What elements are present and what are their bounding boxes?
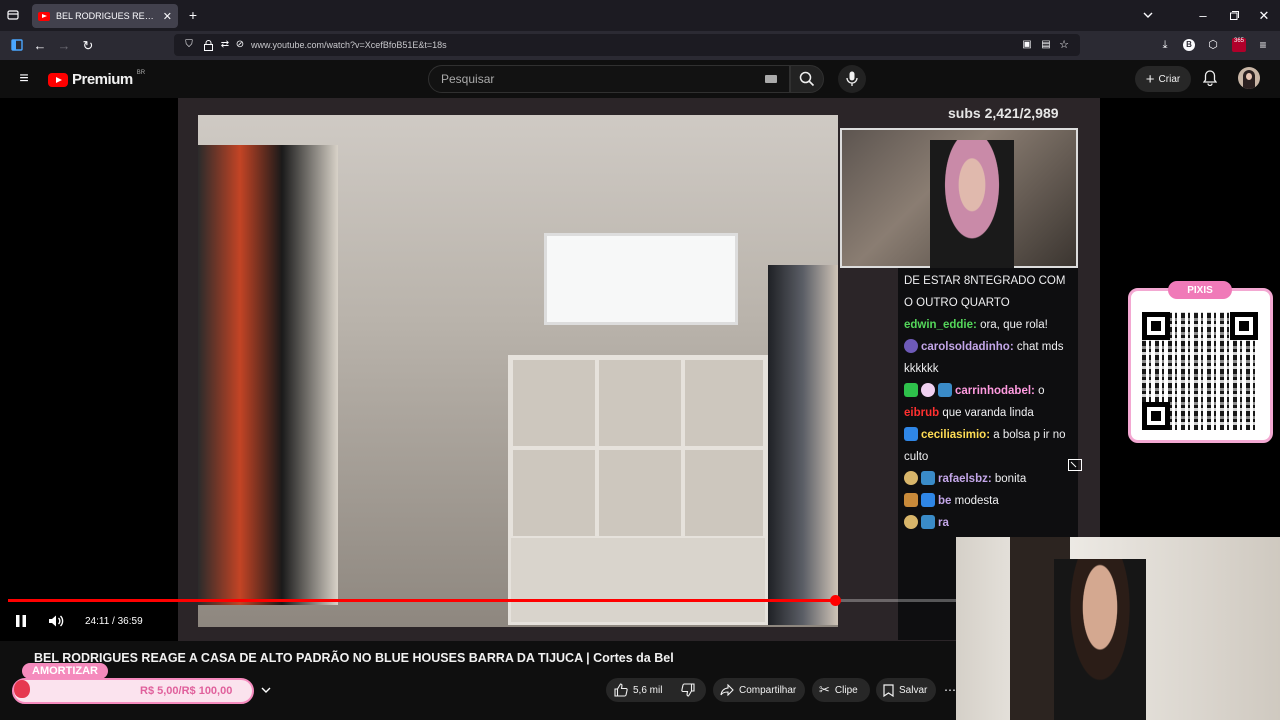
video-content-closet [198, 115, 838, 627]
chat-message: eibrub que varanda linda [904, 407, 1034, 419]
url-text[interactable]: www.youtube.com/watch?v=XcefBfoB51E&t=18… [251, 40, 447, 50]
streamer-webcam [840, 128, 1078, 268]
subs-goal-text: subs 2,421/2,989 [948, 105, 1059, 121]
chat-message: edwin_eddie: ora, que rola! [904, 319, 1048, 331]
share-label: Compartilhar [739, 684, 797, 696]
qr-finder-icon [1142, 312, 1170, 340]
chat-message: DE ESTAR 8NTEGRADO COM O OUTRO QUARTO [904, 275, 1066, 309]
reload-icon[interactable]: ↻ [81, 38, 95, 52]
badge-icon [921, 383, 935, 397]
pixis-label: PIXIS [1168, 281, 1232, 299]
clip-button[interactable]: ✂ Clipe [819, 679, 858, 701]
notifications-bell-icon[interactable] [1202, 70, 1218, 86]
like-button[interactable]: 5,6 mil [614, 679, 662, 701]
chat-message: ceciliasimio: a bolsa p ir no culto [904, 427, 1066, 463]
permissions-icon[interactable]: ⇄ [219, 39, 231, 51]
maximize-icon[interactable] [1228, 9, 1240, 21]
crown-badge-icon [904, 427, 918, 441]
logo-text: Premium [72, 71, 133, 88]
progress-scrubber[interactable] [830, 595, 841, 606]
sidebar-toggle-icon[interactable] [10, 38, 24, 52]
autoplay-blocked-icon[interactable]: ⊘ [234, 39, 246, 51]
share-icon [720, 684, 734, 696]
badge-icon [938, 383, 952, 397]
extensions-icon[interactable]: ⬡ [1207, 38, 1219, 52]
chat-message: ra [904, 512, 1072, 534]
chat-message: carolsoldadinho: chat mds kkkkkk [904, 339, 1064, 375]
video-title: BEL RODRIGUES REAGE A CASA DE ALTO PADRÃ… [34, 651, 674, 665]
logo-region: BR [136, 69, 146, 76]
moon-badge-icon [904, 339, 918, 353]
clap-badge-icon [904, 493, 918, 507]
search-placeholder: Pesquisar [441, 72, 495, 86]
tab-overflow-chevron-icon[interactable] [1142, 9, 1154, 21]
scissors-icon: ✂ [819, 682, 830, 697]
search-button[interactable] [790, 65, 824, 93]
crown-badge-icon [921, 493, 935, 507]
app-menu-icon[interactable]: ≡ [1257, 38, 1269, 52]
save-playlist-icon [883, 683, 894, 697]
save-label: Salvar [899, 684, 928, 696]
youtube-favicon-icon [38, 11, 50, 21]
back-arrow-icon[interactable]: ← [33, 38, 47, 52]
reader-view-icon[interactable]: ▤ [1040, 39, 1052, 51]
screenshot-icon[interactable]: ▣ [1021, 39, 1033, 51]
chat-message: carrinhodabel: o [904, 380, 1072, 402]
search-input[interactable]: Pesquisar [428, 65, 790, 93]
close-tab-icon[interactable]: ✕ [163, 10, 172, 23]
progress-bar-played [8, 599, 835, 602]
pause-icon[interactable] [14, 614, 28, 628]
extension-365-icon[interactable]: 365 [1232, 38, 1246, 52]
badge-icon [904, 383, 918, 397]
clip-label: Clipe [834, 684, 858, 696]
badge-icon [921, 515, 935, 529]
coin-badge-icon [904, 471, 918, 485]
account-icon[interactable]: B [1183, 39, 1195, 51]
tab-active[interactable]: BEL RODRIGUES REAGE A C ✕ [32, 4, 178, 28]
volume-icon[interactable] [48, 614, 64, 628]
save-button[interactable]: Salvar [883, 679, 927, 701]
qr-finder-icon [1230, 312, 1258, 340]
donation-goal-value: R$ 5,00/R$ 100,00 [140, 685, 233, 697]
like-count: 5,6 mil [633, 684, 663, 696]
create-button[interactable]: + Criar [1135, 66, 1191, 92]
youtube-play-logo-icon [48, 72, 68, 87]
plus-icon: + [1145, 70, 1155, 88]
hamburger-menu-icon[interactable]: ≡ [16, 71, 32, 87]
youtube-logo[interactable]: Premium BR [48, 69, 146, 88]
shield-icon[interactable]: ⛉ [183, 39, 195, 51]
user-avatar[interactable] [1238, 67, 1260, 89]
coin-badge-icon [904, 515, 918, 529]
browser-tab-bar: BEL RODRIGUES REAGE A C ✕ + – ✕ [0, 0, 1280, 31]
downloads-icon[interactable]: ⤓ [1159, 38, 1171, 52]
badge-icon [921, 471, 935, 485]
qr-finder-icon [1142, 402, 1170, 430]
bookmark-star-icon[interactable]: ☆ [1058, 39, 1070, 51]
strawberry-icon [14, 680, 30, 698]
miniplayer-icon[interactable] [1067, 458, 1083, 472]
expand-chevron-icon[interactable] [260, 684, 272, 696]
chat-message: be modesta [904, 490, 1072, 512]
tab-title: BEL RODRIGUES REAGE A C [56, 11, 157, 21]
tab-list-icon[interactable] [6, 8, 20, 22]
thumbs-down-icon [681, 683, 695, 697]
share-button[interactable]: Compartilhar [720, 679, 796, 701]
forward-arrow-icon[interactable]: → [57, 38, 71, 52]
new-tab-button[interactable]: + [186, 8, 200, 22]
chat-message: rafaelsbz: bonita [904, 468, 1072, 490]
voice-search-button[interactable] [838, 65, 866, 93]
search-icon [799, 71, 815, 87]
lock-icon[interactable] [202, 39, 214, 51]
reactor-webcam [956, 537, 1280, 720]
donation-goal-label: AMORTIZAR [22, 663, 108, 679]
time-display: 24:11 / 36:59 [85, 616, 143, 627]
minimize-icon[interactable]: – [1197, 8, 1209, 22]
keyboard-icon[interactable] [765, 75, 777, 83]
more-actions-icon[interactable]: ⋯ [944, 683, 956, 697]
dislike-button[interactable] [681, 679, 695, 701]
create-label: Criar [1158, 73, 1181, 85]
microphone-icon [846, 71, 858, 86]
thumbs-up-icon [614, 683, 628, 697]
close-window-icon[interactable]: ✕ [1258, 8, 1270, 22]
